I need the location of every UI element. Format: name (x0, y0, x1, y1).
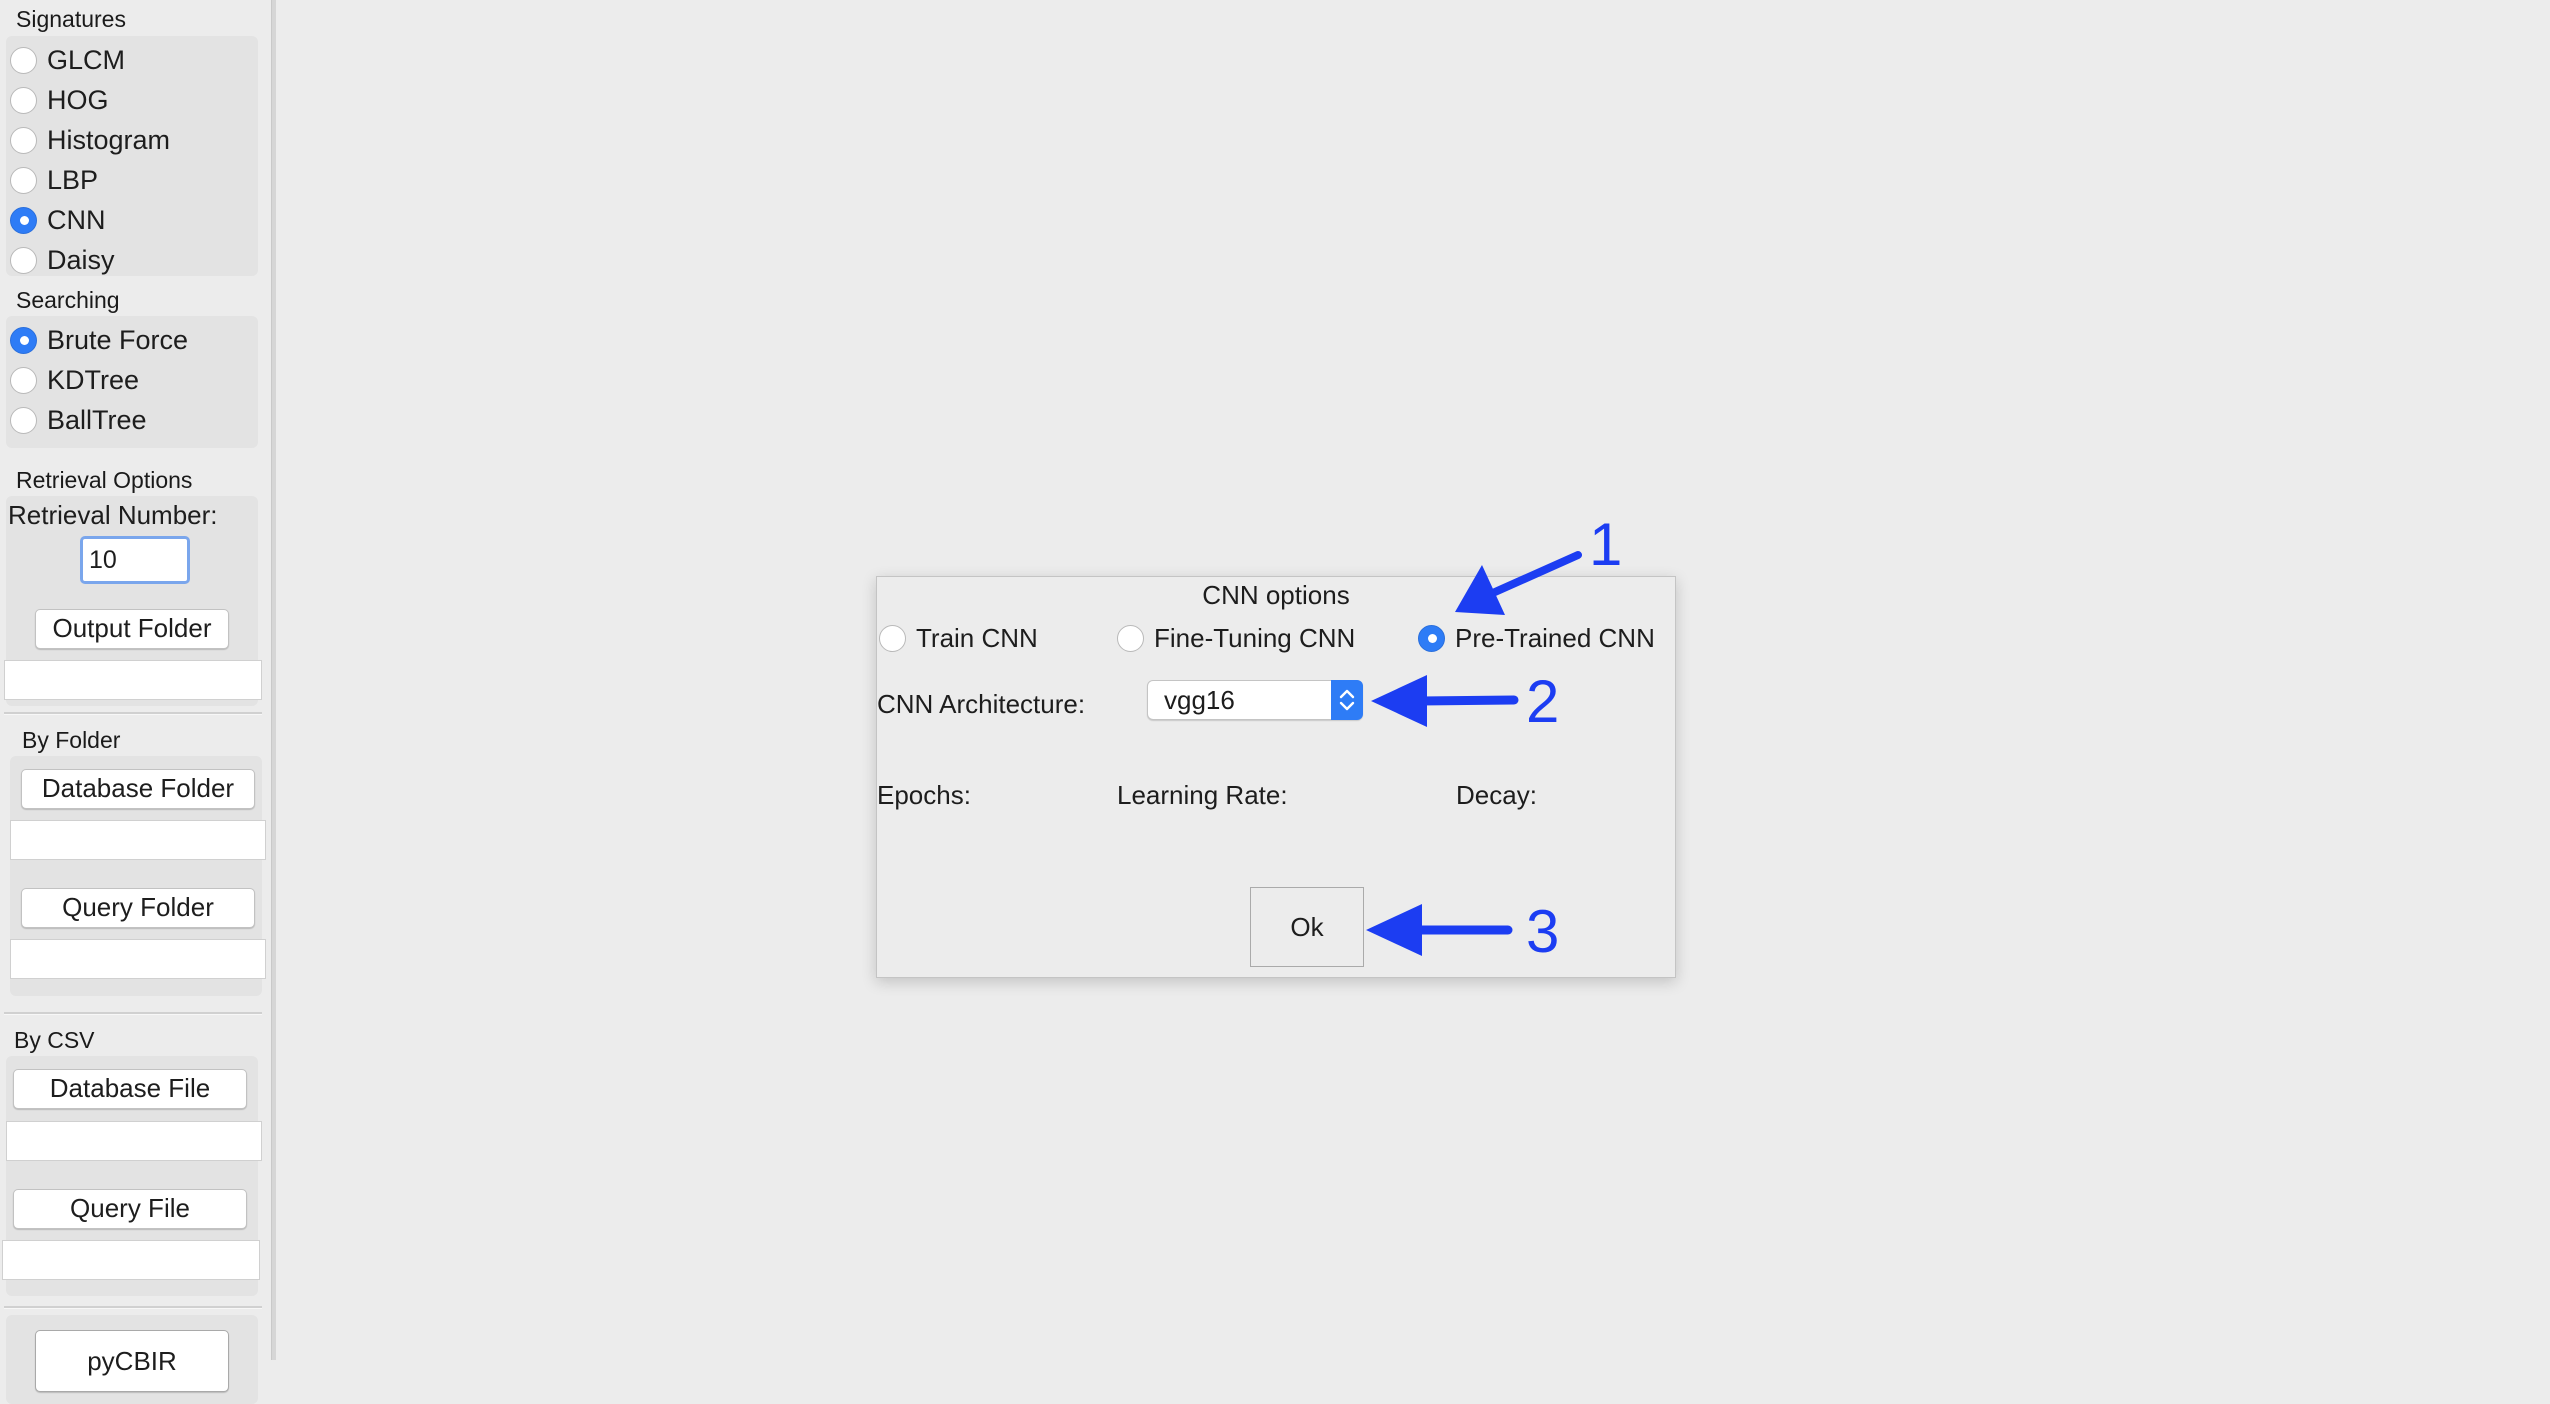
annotation-arrow-2 (1371, 675, 1519, 727)
annotation-number-2: 2 (1526, 668, 1560, 735)
annotation-number-3: 3 (1526, 898, 1560, 965)
annotation-overlay (1366, 551, 1582, 956)
annotation-number-1: 1 (1589, 511, 1623, 578)
annotation-arrow-1 (1455, 551, 1582, 615)
annotation-arrow-3 (1366, 904, 1513, 956)
